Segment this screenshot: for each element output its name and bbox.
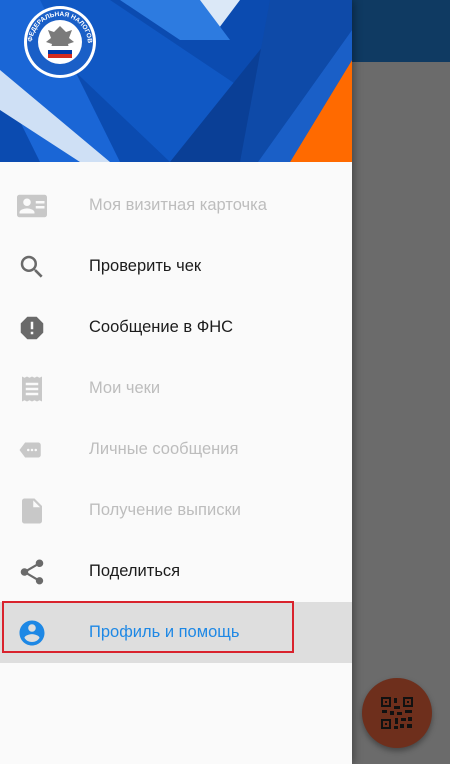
- menu-item-profile-help[interactable]: Профиль и помощь: [0, 602, 352, 663]
- share-icon: [17, 557, 47, 587]
- menu-item-business-card[interactable]: Моя визитная карточка: [0, 175, 352, 236]
- menu-item-label: Личные сообщения: [89, 440, 239, 458]
- menu-item-label: Поделиться: [89, 562, 181, 580]
- alert-octagon-icon: [17, 313, 47, 343]
- menu-item-label: Моя визитная карточка: [89, 196, 267, 214]
- drawer-header: ФЕДЕРАЛЬНАЯ НАЛОГОВАЯ СЛУЖБА: [0, 0, 352, 162]
- menu-item-label: Мои чеки: [89, 379, 161, 397]
- drawer-menu: Моя визитная карточка Проверить чек Сооб…: [0, 175, 352, 663]
- menu-item-label: Проверить чек: [89, 257, 202, 275]
- menu-item-check-receipt[interactable]: Проверить чек: [0, 236, 352, 297]
- qr-code-icon: [381, 697, 413, 729]
- contact-card-icon: [17, 191, 47, 221]
- menu-item-my-receipts[interactable]: Мои чеки: [0, 358, 352, 419]
- menu-item-share[interactable]: Поделиться: [0, 541, 352, 602]
- receipt-icon: [17, 374, 47, 404]
- search-icon: [17, 252, 47, 282]
- menu-item-message-fns[interactable]: Сообщение в ФНС: [0, 297, 352, 358]
- label-tag-icon: [17, 435, 47, 465]
- navigation-drawer: ФЕДЕРАЛЬНАЯ НАЛОГОВАЯ СЛУЖБА Моя визитна…: [0, 0, 352, 764]
- menu-item-get-statement[interactable]: Получение выписки: [0, 480, 352, 541]
- menu-item-label: Профиль и помощь: [89, 623, 240, 641]
- scan-qr-fab[interactable]: [362, 678, 432, 748]
- menu-item-personal-messages[interactable]: Личные сообщения: [0, 419, 352, 480]
- fns-logo: ФЕДЕРАЛЬНАЯ НАЛОГОВАЯ СЛУЖБА: [18, 0, 98, 80]
- document-icon: [17, 496, 47, 526]
- account-circle-icon: [17, 618, 47, 648]
- menu-item-label: Получение выписки: [89, 501, 241, 519]
- menu-item-label: Сообщение в ФНС: [89, 318, 234, 336]
